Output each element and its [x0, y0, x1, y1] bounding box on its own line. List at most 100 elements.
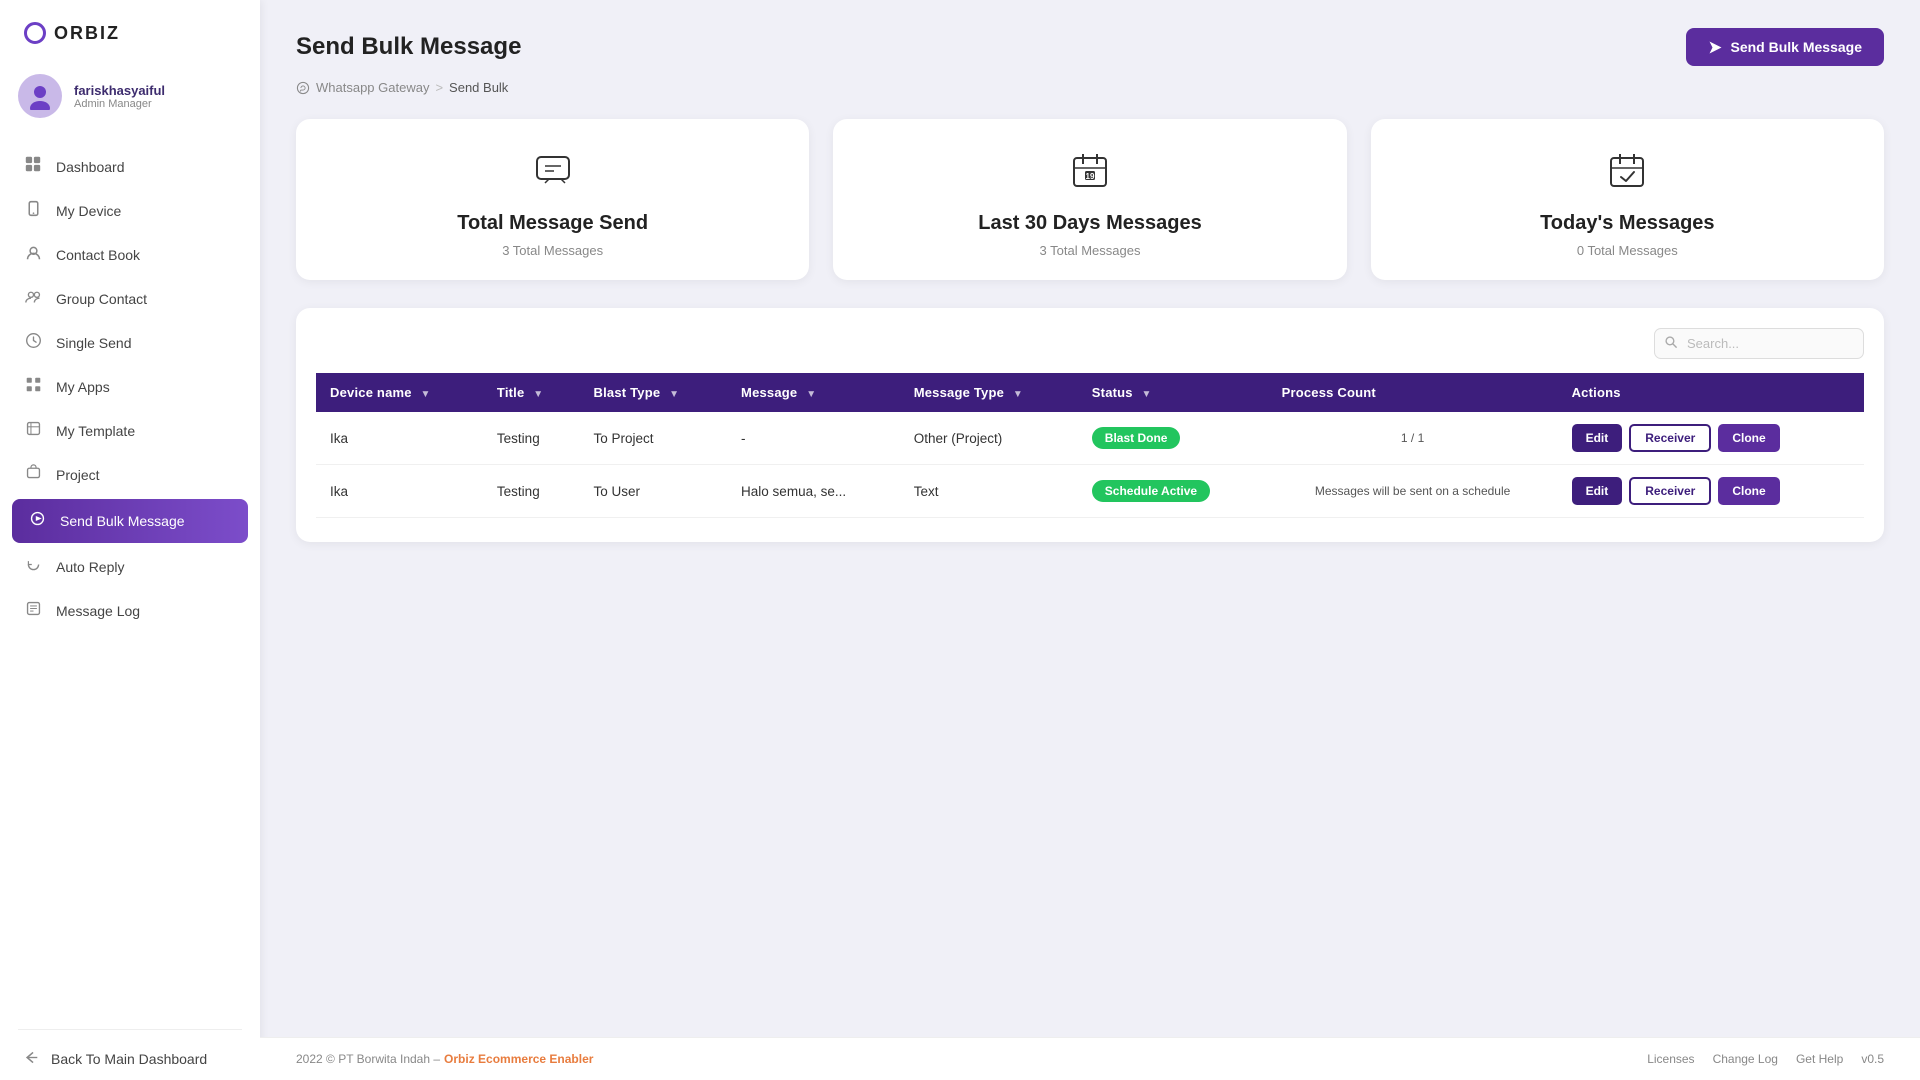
cell-title: Testing	[483, 412, 580, 465]
nav-menu: Dashboard My Device Contact Book Group C…	[0, 136, 260, 1021]
footer-brand-link[interactable]: Orbiz Ecommerce Enabler	[444, 1052, 593, 1066]
cell-status: Schedule Active	[1078, 465, 1268, 518]
contact-book-icon	[22, 244, 44, 266]
sidebar-item-my-apps[interactable]: My Apps	[0, 365, 260, 409]
total-message-icon	[532, 149, 574, 200]
sidebar-item-single-send[interactable]: Single Send	[0, 321, 260, 365]
sidebar-item-contact-book[interactable]: Contact Book	[0, 233, 260, 277]
cell-blast-type: To Project	[580, 412, 728, 465]
my-apps-icon	[22, 376, 44, 398]
cell-message: -	[727, 412, 900, 465]
filter-icon-status[interactable]: ▼	[1142, 389, 1152, 400]
edit-button-row0[interactable]: Edit	[1572, 424, 1623, 452]
sidebar-label-project: Project	[56, 467, 100, 483]
footer-version: v0.5	[1861, 1052, 1884, 1066]
sidebar-item-message-log[interactable]: Message Log	[0, 589, 260, 633]
filter-icon-blast-type[interactable]: ▼	[669, 389, 679, 400]
table-body: Ika Testing To Project - Other (Project)…	[316, 412, 1864, 518]
user-role: Admin Manager	[74, 98, 165, 110]
cell-actions: Edit Receiver Clone	[1558, 412, 1864, 465]
back-to-main[interactable]: Back To Main Dashboard	[0, 1038, 260, 1080]
action-btns: Edit Receiver Clone	[1572, 477, 1850, 505]
sidebar-item-send-bulk-message[interactable]: Send Bulk Message	[12, 499, 248, 543]
table-row: Ika Testing To User Halo semua, se... Te…	[316, 465, 1864, 518]
table-section: Device name ▼ Title ▼ Blast Type ▼	[296, 308, 1884, 542]
page-header: Send Bulk Message Send Bulk Message	[296, 28, 1884, 66]
cell-message-type: Text	[900, 465, 1078, 518]
edit-button-row1[interactable]: Edit	[1572, 477, 1623, 505]
col-process-count: Process Count	[1268, 373, 1558, 412]
back-label: Back To Main Dashboard	[51, 1051, 207, 1067]
group-contact-icon	[22, 288, 44, 310]
message-log-icon	[22, 600, 44, 622]
col-message-type: Message Type ▼	[900, 373, 1078, 412]
my-template-icon	[22, 420, 44, 442]
sidebar-item-project[interactable]: Project	[0, 453, 260, 497]
sidebar-label-send-bulk-message: Send Bulk Message	[60, 513, 185, 529]
footer-copyright: 2022 © PT Borwita Indah –	[296, 1052, 440, 1066]
status-badge: Blast Done	[1092, 427, 1181, 449]
stat-title-30days: Last 30 Days Messages	[978, 212, 1201, 235]
receiver-button-row0[interactable]: Receiver	[1629, 424, 1711, 452]
col-device-name: Device name ▼	[316, 373, 483, 412]
sidebar-divider	[18, 1029, 242, 1030]
my-device-icon	[22, 200, 44, 222]
cell-actions: Edit Receiver Clone	[1558, 465, 1864, 518]
sidebar-label-contact-book: Contact Book	[56, 247, 140, 263]
whatsapp-icon	[296, 81, 310, 95]
footer-link-licenses[interactable]: Licenses	[1647, 1052, 1694, 1066]
cell-message: Halo semua, se...	[727, 465, 900, 518]
clone-button-row1[interactable]: Clone	[1718, 477, 1779, 505]
sidebar-item-group-contact[interactable]: Group Contact	[0, 277, 260, 321]
svg-text:19: 19	[1086, 172, 1095, 181]
user-profile: fariskhasyaiful Admin Manager	[0, 62, 260, 136]
sidebar-label-group-contact: Group Contact	[56, 291, 147, 307]
footer-link-get-help[interactable]: Get Help	[1796, 1052, 1843, 1066]
sidebar: ORBIZ fariskhasyaiful Admin Manager Dash…	[0, 0, 260, 1080]
table-header-row: Device name ▼ Title ▼ Blast Type ▼	[316, 373, 1864, 412]
send-bulk-button[interactable]: Send Bulk Message	[1686, 28, 1885, 66]
sidebar-label-single-send: Single Send	[56, 335, 132, 351]
sidebar-item-my-device[interactable]: My Device	[0, 189, 260, 233]
receiver-button-row1[interactable]: Receiver	[1629, 477, 1711, 505]
footer: 2022 © PT Borwita Indah – Orbiz Ecommerc…	[260, 1037, 1920, 1080]
action-btns: Edit Receiver Clone	[1572, 424, 1850, 452]
footer-link-changelog[interactable]: Change Log	[1713, 1052, 1778, 1066]
stat-sub-total: 3 Total Messages	[502, 243, 603, 258]
sidebar-label-auto-reply: Auto Reply	[56, 559, 124, 575]
filter-icon-message[interactable]: ▼	[806, 389, 816, 400]
footer-right: Licenses Change Log Get Help v0.5	[1647, 1052, 1884, 1066]
sidebar-label-dashboard: Dashboard	[56, 159, 125, 175]
stat-title-total: Total Message Send	[457, 212, 648, 235]
cell-status: Blast Done	[1078, 412, 1268, 465]
sidebar-item-dashboard[interactable]: Dashboard	[0, 144, 260, 189]
col-blast-type: Blast Type ▼	[580, 373, 728, 412]
auto-reply-icon	[22, 556, 44, 578]
avatar	[18, 74, 62, 118]
sidebar-label-my-apps: My Apps	[56, 379, 110, 395]
sidebar-item-my-template[interactable]: My Template	[0, 409, 260, 453]
send-bulk-icon	[26, 510, 48, 532]
col-status: Status ▼	[1078, 373, 1268, 412]
filter-icon-message-type[interactable]: ▼	[1013, 389, 1023, 400]
last-30-icon: 19	[1069, 149, 1111, 200]
cell-blast-type: To User	[580, 465, 728, 518]
main-content: Send Bulk Message Send Bulk Message What…	[260, 0, 1920, 1037]
search-input[interactable]	[1654, 328, 1864, 359]
clone-button-row0[interactable]: Clone	[1718, 424, 1779, 452]
stat-sub-today: 0 Total Messages	[1577, 243, 1678, 258]
col-title: Title ▼	[483, 373, 580, 412]
filter-icon-title[interactable]: ▼	[533, 389, 543, 400]
back-icon	[22, 1049, 39, 1069]
footer-left: 2022 © PT Borwita Indah – Orbiz Ecommerc…	[296, 1052, 593, 1066]
single-send-icon	[22, 332, 44, 354]
stat-card-last-30: 19 Last 30 Days Messages 3 Total Message…	[833, 119, 1346, 280]
today-icon	[1606, 149, 1648, 200]
page-title: Send Bulk Message	[296, 33, 521, 61]
cell-device-name: Ika	[316, 465, 483, 518]
col-message: Message ▼	[727, 373, 900, 412]
filter-icon-device[interactable]: ▼	[421, 389, 431, 400]
cell-process-count: 1 / 1	[1268, 412, 1558, 465]
stat-card-today: Today's Messages 0 Total Messages	[1371, 119, 1884, 280]
sidebar-item-auto-reply[interactable]: Auto Reply	[0, 545, 260, 589]
